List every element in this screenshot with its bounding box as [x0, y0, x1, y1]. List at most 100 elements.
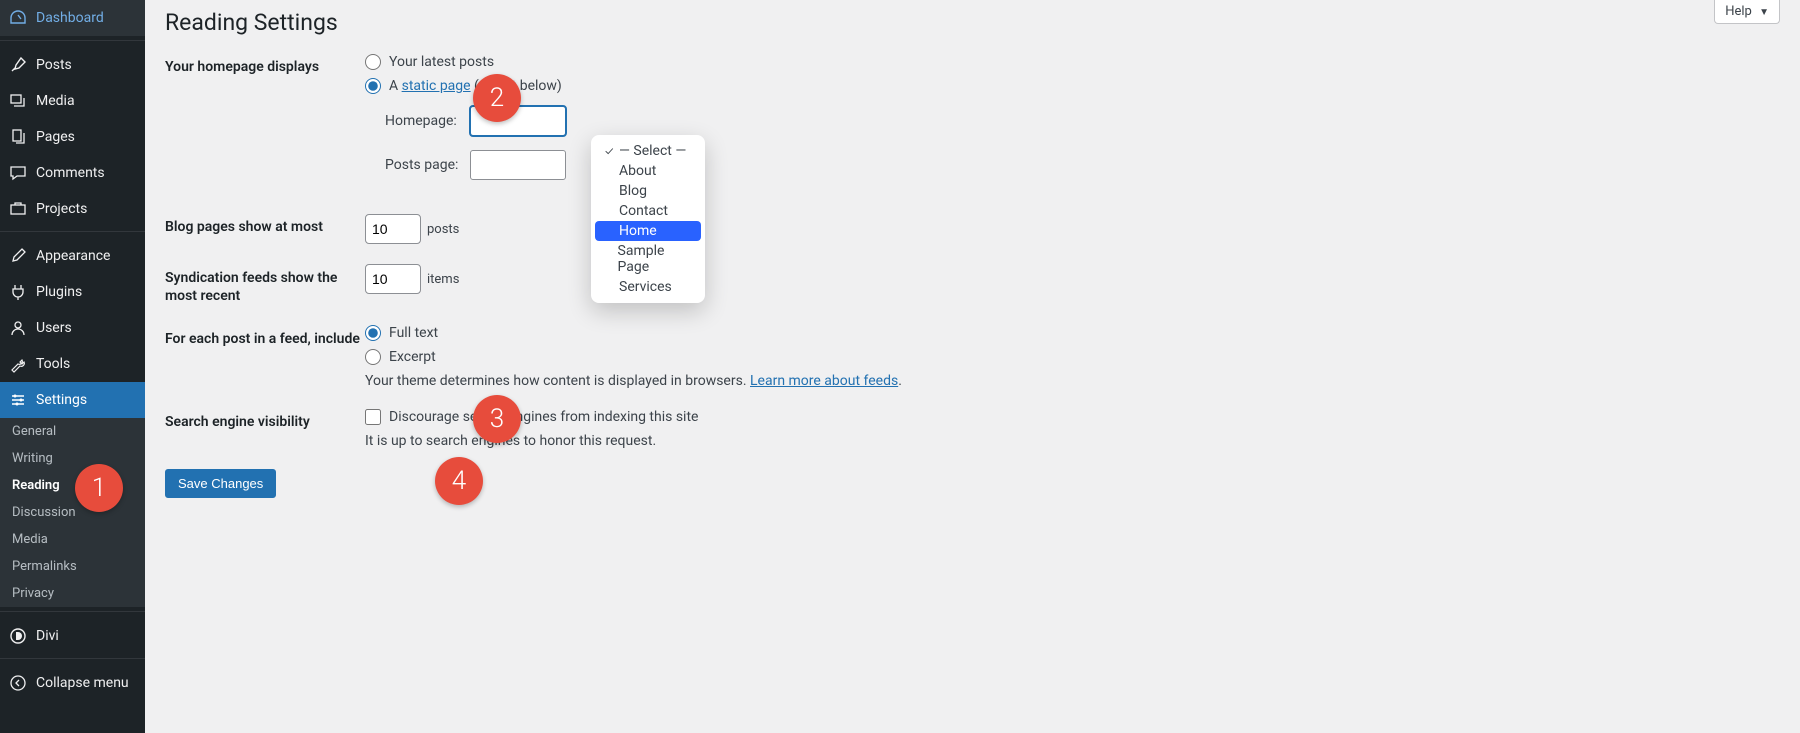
sidebar-item-label: Divi [36, 628, 59, 644]
comment-icon [8, 163, 28, 183]
help-label: Help [1725, 4, 1752, 19]
sliders-icon [8, 390, 28, 410]
sidebar-item-label: Settings [36, 392, 87, 408]
gauge-icon [8, 8, 28, 28]
learn-feeds-link[interactable]: Learn more about feeds [750, 373, 898, 389]
separator [0, 227, 145, 232]
submenu-general[interactable]: General [0, 418, 145, 445]
pin-icon [8, 55, 28, 75]
annotation-badge-2: 2 [473, 74, 521, 122]
homepage-select-label: Homepage: [385, 113, 470, 129]
discourage-label: Discourage search engines from indexing … [389, 409, 698, 425]
dropdown-option-blog[interactable]: Blog [595, 181, 701, 201]
sidebar-item-pages[interactable]: Pages [0, 119, 145, 155]
dropdown-option-contact[interactable]: Contact [595, 201, 701, 221]
sidebar-item-label: Plugins [36, 284, 82, 300]
radio-full-text[interactable] [365, 325, 381, 341]
sidebar-collapse[interactable]: Collapse menu [0, 665, 145, 701]
submenu-privacy[interactable]: Privacy [0, 580, 145, 607]
posts-page-label: Posts page: [385, 157, 470, 173]
search-desc: It is up to search engines to honor this… [365, 433, 1780, 449]
separator [0, 36, 145, 41]
sidebar-item-label: Tools [36, 356, 70, 372]
chevron-down-icon: ▼ [1759, 7, 1769, 18]
sidebar-item-label: Users [36, 320, 72, 336]
feed-desc: Your theme determines how content is dis… [365, 373, 1780, 389]
page-title: Reading Settings [165, 0, 1780, 40]
sidebar-item-comments[interactable]: Comments [0, 155, 145, 191]
brush-icon [8, 246, 28, 266]
search-visibility-label: Search engine visibility [165, 409, 365, 430]
radio-latest-label: Your latest posts [389, 54, 494, 70]
blog-pages-unit: posts [427, 222, 459, 237]
submenu-discussion[interactable]: Discussion [0, 499, 145, 526]
static-page-link[interactable]: static page [402, 78, 471, 94]
submenu-writing[interactable]: Writing [0, 445, 145, 472]
sidebar-item-users[interactable]: Users [0, 310, 145, 346]
separator [0, 654, 145, 659]
sidebar-item-divi[interactable]: Divi [0, 618, 145, 654]
sidebar-item-label: Collapse menu [36, 675, 129, 691]
check-icon: ✓ [605, 144, 619, 158]
sidebar-item-label: Projects [36, 201, 87, 217]
briefcase-icon [8, 199, 28, 219]
annotation-badge-4: 4 [435, 457, 483, 505]
discourage-checkbox[interactable] [365, 409, 381, 425]
posts-page-select[interactable] [470, 150, 566, 180]
sidebar-item-plugins[interactable]: Plugins [0, 274, 145, 310]
wrench-icon [8, 354, 28, 374]
row-homepage-displays: Your homepage displays Your latest posts… [165, 54, 1780, 194]
main-content: Help ▼ Reading Settings Your homepage di… [145, 0, 1800, 733]
feed-include-label: For each post in a feed, include [165, 325, 365, 348]
sidebar-item-label: Dashboard [36, 10, 104, 26]
sidebar-item-label: Appearance [36, 248, 110, 264]
plug-icon [8, 282, 28, 302]
homepage-displays-label: Your homepage displays [165, 54, 365, 75]
help-tab[interactable]: Help ▼ [1714, 0, 1780, 24]
sidebar-item-label: Media [36, 93, 75, 109]
row-feed-include: For each post in a feed, include Full te… [165, 325, 1780, 389]
pages-icon [8, 127, 28, 147]
sidebar-item-projects[interactable]: Projects [0, 191, 145, 227]
dropdown-option-select[interactable]: ✓— Select — [595, 141, 701, 161]
row-syndication: Syndication feeds show the most recent i… [165, 264, 1780, 305]
media-icon [8, 91, 28, 111]
sidebar-item-appearance[interactable]: Appearance [0, 238, 145, 274]
user-icon [8, 318, 28, 338]
blog-pages-input[interactable] [365, 214, 421, 244]
sidebar-item-posts[interactable]: Posts [0, 47, 145, 83]
submenu-permalinks[interactable]: Permalinks [0, 553, 145, 580]
row-blog-pages: Blog pages show at most posts [165, 214, 1780, 244]
syndication-input[interactable] [365, 264, 421, 294]
sidebar-item-media[interactable]: Media [0, 83, 145, 119]
collapse-icon [8, 673, 28, 693]
blog-pages-label: Blog pages show at most [165, 214, 365, 235]
full-text-label: Full text [389, 325, 438, 341]
excerpt-label: Excerpt [389, 349, 436, 365]
submenu-reading[interactable]: Reading [0, 472, 145, 499]
dropdown-option-about[interactable]: About [595, 161, 701, 181]
settings-submenu: General Writing Reading Discussion Media… [0, 418, 145, 607]
row-search-visibility: Search engine visibility Discourage sear… [165, 409, 1780, 449]
save-button[interactable]: Save Changes [165, 469, 276, 498]
radio-excerpt[interactable] [365, 349, 381, 365]
admin-sidebar: Dashboard Posts Media Pages Comments Pro… [0, 0, 145, 733]
sidebar-item-tools[interactable]: Tools [0, 346, 145, 382]
radio-static-page[interactable] [365, 78, 381, 94]
separator [0, 607, 145, 612]
dropdown-option-home[interactable]: Home [595, 221, 701, 241]
radio-latest-posts[interactable] [365, 54, 381, 70]
homepage-dropdown-panel: ✓— Select — About Blog Contact Home Samp… [591, 135, 705, 303]
sidebar-item-label: Pages [36, 129, 75, 145]
syndication-label: Syndication feeds show the most recent [165, 264, 365, 305]
dropdown-option-sample[interactable]: Sample Page [595, 241, 701, 277]
submenu-media[interactable]: Media [0, 526, 145, 553]
sidebar-item-settings[interactable]: Settings [0, 382, 145, 418]
divi-icon [8, 626, 28, 646]
sidebar-item-dashboard[interactable]: Dashboard [0, 0, 145, 36]
sidebar-item-label: Posts [36, 57, 72, 73]
annotation-badge-1: 1 [75, 464, 123, 512]
sidebar-item-label: Comments [36, 165, 105, 181]
syndication-unit: items [427, 272, 459, 287]
dropdown-option-services[interactable]: Services [595, 277, 701, 297]
